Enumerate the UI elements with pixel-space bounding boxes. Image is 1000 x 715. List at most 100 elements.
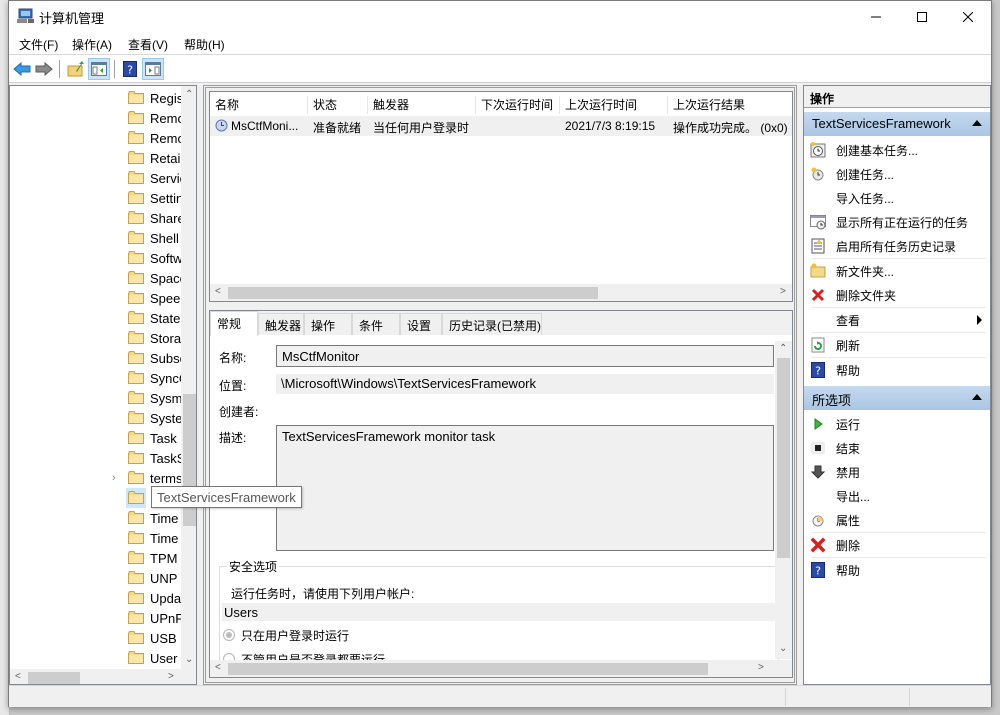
action-item[interactable]: 创建任务...: [804, 162, 990, 186]
detail-tabs: 常规 触发器 操作 条件 设置 历史记录(已禁用): [210, 311, 792, 336]
tab-actions[interactable]: 操作: [304, 313, 352, 335]
back-button[interactable]: [11, 58, 33, 80]
tree-item[interactable]: TPM: [10, 548, 182, 568]
tree-item[interactable]: Syste: [10, 408, 182, 428]
show-hide-console-tree-button[interactable]: [88, 58, 110, 80]
column-header-last-result[interactable]: 上次运行结果: [668, 96, 792, 114]
tree-item[interactable]: Time: [10, 508, 182, 528]
column-header-last-run[interactable]: 上次运行时间: [560, 96, 668, 114]
tree-item[interactable]: Subsc: [10, 348, 182, 368]
action-item[interactable]: 新文件夹...: [804, 259, 990, 283]
scroll-right-icon[interactable]: >: [758, 662, 764, 674]
tree-item[interactable]: Regis: [10, 88, 182, 108]
column-header-name[interactable]: 名称: [210, 96, 308, 114]
tree-item[interactable]: Upda: [10, 588, 182, 608]
tree-item[interactable]: Statel: [10, 308, 182, 328]
action-item[interactable]: 导入任务...: [804, 186, 990, 210]
action-item[interactable]: ? 帮助: [804, 358, 990, 382]
action-item[interactable]: 创建基本任务...: [804, 138, 990, 162]
menu-view[interactable]: 查看(V): [128, 36, 168, 53]
tree-item[interactable]: TaskS: [10, 448, 182, 468]
tree-item[interactable]: Space: [10, 268, 182, 288]
help-button[interactable]: ?: [119, 58, 141, 80]
tree-item[interactable]: User: [10, 648, 182, 668]
action-item[interactable]: 导出...: [804, 484, 990, 508]
forward-button[interactable]: [33, 58, 55, 80]
column-header-status[interactable]: 状态: [308, 96, 368, 114]
radio-run-when-logged-on[interactable]: [223, 629, 235, 641]
expand-chevron-icon[interactable]: ›: [112, 472, 116, 484]
action-item[interactable]: 删除文件夹: [804, 283, 990, 307]
section-header-textservicesframework[interactable]: TextServicesFramework: [804, 112, 990, 136]
task-list-scroll-thumb[interactable]: [228, 287, 598, 299]
up-one-level-button[interactable]: [65, 58, 87, 80]
tab-history[interactable]: 历史记录(已禁用): [442, 313, 542, 335]
tree-item[interactable]: Share: [10, 208, 182, 228]
action-item[interactable]: 禁用: [804, 460, 990, 484]
tree-item[interactable]: UPnP: [10, 608, 182, 628]
scroll-right-icon[interactable]: >: [780, 286, 786, 298]
action-item[interactable]: 刷新: [804, 333, 990, 357]
action-item[interactable]: 运行: [804, 412, 990, 436]
tree-item[interactable]: Sysm: [10, 388, 182, 408]
scroll-left-icon[interactable]: <: [215, 286, 221, 298]
detail-horizontal-scroll-thumb[interactable]: [228, 663, 708, 675]
section-header-selected-item[interactable]: 所选项: [804, 386, 990, 410]
column-header-trigger[interactable]: 触发器: [368, 96, 476, 114]
name-field[interactable]: MsCtfMonitor: [276, 345, 774, 367]
table-row[interactable]: MsCtfMoni... 准备就绪 当任何用户登录时 2021/7/3 8:19…: [210, 116, 792, 136]
collapse-caret-icon[interactable]: [972, 394, 982, 400]
radio-run-when-logged-on-label[interactable]: 只在用户登录时运行: [241, 627, 349, 644]
scroll-down-icon[interactable]: ⌄: [779, 643, 787, 655]
tab-conditions[interactable]: 条件: [352, 313, 400, 335]
tree-item[interactable]: USB: [10, 628, 182, 648]
scroll-right-icon[interactable]: >: [168, 671, 174, 683]
menu-help[interactable]: 帮助(H): [184, 36, 225, 53]
menu-file[interactable]: 文件(F): [19, 36, 58, 53]
action-item[interactable]: 显示所有正在运行的任务: [804, 210, 990, 234]
scroll-left-icon[interactable]: <: [215, 662, 221, 674]
scroll-up-icon[interactable]: ⌃: [779, 343, 787, 355]
tree-item[interactable]: Retail: [10, 148, 182, 168]
tree-item[interactable]: Stora: [10, 328, 182, 348]
tree-item[interactable]: Remo: [10, 128, 182, 148]
tree-item[interactable]: Task: [10, 428, 182, 448]
tree-item[interactable]: Softw: [10, 248, 182, 268]
tree-item[interactable]: SyncC: [10, 368, 182, 388]
tree-item[interactable]: Remo: [10, 108, 182, 128]
action-item[interactable]: ? 帮助: [804, 558, 990, 582]
tree-item[interactable]: Settin: [10, 188, 182, 208]
tree-vertical-scrollbar[interactable]: ⌃ ⌄: [181, 86, 196, 669]
action-item[interactable]: 属性: [804, 508, 990, 532]
action-item[interactable]: 查看: [804, 308, 990, 332]
column-header-next-run[interactable]: 下次运行时间: [476, 96, 560, 114]
show-hide-action-pane-button[interactable]: [142, 58, 164, 80]
action-item[interactable]: 结束: [804, 436, 990, 460]
tab-triggers[interactable]: 触发器: [258, 313, 304, 335]
tab-general[interactable]: 常规: [210, 311, 258, 336]
minimize-button[interactable]: [853, 1, 899, 32]
tree-item[interactable]: Servic: [10, 168, 182, 188]
close-button[interactable]: [945, 1, 991, 32]
tree-item[interactable]: Shell: [10, 228, 182, 248]
action-item[interactable]: 启用所有任务历史记录: [804, 234, 990, 258]
tree-item[interactable]: Speec: [10, 288, 182, 308]
tree-horizontal-scrollbar[interactable]: < >: [10, 669, 196, 684]
action-item[interactable]: 删除: [804, 533, 990, 557]
task-list-horizontal-scrollbar[interactable]: < >: [210, 284, 792, 301]
scroll-up-icon[interactable]: ⌃: [185, 89, 193, 101]
menu-action[interactable]: 操作(A): [72, 36, 112, 53]
collapse-caret-icon[interactable]: [972, 120, 982, 126]
tree-item[interactable]: Time: [10, 528, 182, 548]
tab-settings[interactable]: 设置: [400, 313, 442, 335]
detail-vertical-scrollbar[interactable]: ⌃ ⌄: [775, 341, 792, 659]
detail-horizontal-scrollbar[interactable]: < >: [210, 660, 792, 677]
detail-vertical-scroll-thumb[interactable]: [777, 358, 790, 558]
scroll-down-icon[interactable]: ⌄: [185, 654, 193, 666]
scroll-left-icon[interactable]: <: [15, 671, 21, 683]
description-field[interactable]: TextServicesFramework monitor task: [276, 425, 774, 551]
maximize-button[interactable]: [899, 1, 945, 32]
tree-horizontal-scroll-thumb[interactable]: [28, 672, 80, 684]
tree-item[interactable]: › terms: [10, 468, 182, 488]
tree-item[interactable]: UNP: [10, 568, 182, 588]
